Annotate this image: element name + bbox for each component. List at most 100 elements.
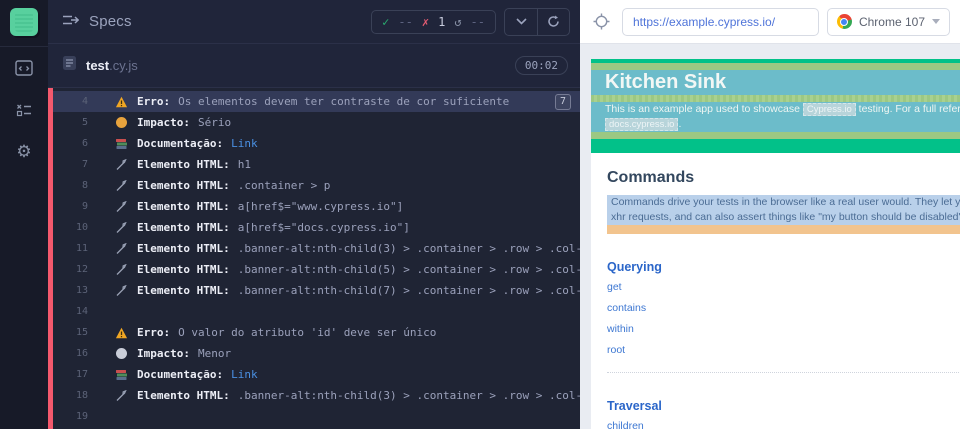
log-row[interactable]: 19 xyxy=(48,406,580,427)
log-row[interactable]: 18 Elemento HTML: .banner-alt:nth-child(3)… xyxy=(48,385,580,406)
pending-icon: ↺ xyxy=(454,14,462,29)
line-number: 18 xyxy=(75,390,88,401)
log-label: Elemento HTML: xyxy=(137,200,230,213)
banner-intro-line2: docs.cypress.io. xyxy=(591,117,960,132)
log-row[interactable]: 8 Elemento HTML: .container > p xyxy=(48,175,580,196)
line-number: 14 xyxy=(75,306,88,317)
command-link-get[interactable]: get xyxy=(607,281,960,293)
banner-intro-line1: This is an example app used to showcase … xyxy=(605,103,960,116)
wrench-icon xyxy=(114,284,128,297)
browser-selector[interactable]: Chrome 107 xyxy=(826,7,950,36)
spec-file-row[interactable]: test.cy.js 00:02 xyxy=(48,44,580,88)
log-row[interactable]: 16 Impacto: Menor xyxy=(48,343,580,364)
command-link-root[interactable]: root xyxy=(607,344,960,356)
section-heading[interactable]: Traversal xyxy=(607,399,960,413)
log-row[interactable]: 5 Impacto: Sério xyxy=(48,112,580,133)
nav-sidebar: ⚙ xyxy=(0,0,48,429)
log-row[interactable]: 15 Erro: O valor do atributo 'id' deve ser… xyxy=(48,322,580,343)
log-row[interactable]: 4 Erro: Os elementos devem ter contraste d… xyxy=(48,91,580,112)
line-number: 19 xyxy=(75,411,88,422)
log-row[interactable]: 6 Documentação: Link xyxy=(48,133,580,154)
command-link-children[interactable]: children xyxy=(607,420,960,429)
a11y-orange-highlight xyxy=(607,225,960,234)
command-link-within[interactable]: within xyxy=(607,323,960,335)
log-value: Menor xyxy=(197,347,232,360)
collapse-specs-icon[interactable] xyxy=(62,13,80,31)
docs-link[interactable]: docs.cypress.io xyxy=(605,118,679,131)
wrench-icon xyxy=(114,179,128,192)
line-number: 10 xyxy=(75,222,88,233)
command-link-contains[interactable]: contains xyxy=(607,302,960,314)
line-number: 4 xyxy=(81,96,88,107)
selector-playground-icon[interactable] xyxy=(588,9,614,35)
collapse-all-button[interactable] xyxy=(505,9,537,35)
log-row[interactable]: 11 Elemento HTML: .banner-alt:nth-child(3)… xyxy=(48,238,580,259)
log-label: Erro: xyxy=(137,95,171,108)
chevron-down-icon xyxy=(932,19,940,24)
log-value: .banner-alt:nth-child(5) > .container > … xyxy=(237,263,580,276)
spec-file-icon xyxy=(62,55,77,76)
log-value: h1 xyxy=(237,158,251,171)
settings-gear-icon[interactable]: ⚙ xyxy=(0,131,48,173)
cypress-logo[interactable] xyxy=(10,8,38,36)
test-stats: ✓ -- ✗ 1 ↺ -- xyxy=(371,9,496,34)
log-label: Elemento HTML: xyxy=(137,389,230,402)
log-value: .container > p xyxy=(237,179,331,192)
spec-timer-badge: 00:02 xyxy=(514,56,568,75)
a11y-highlight-band xyxy=(591,132,960,139)
log-label: Elemento HTML: xyxy=(137,221,230,234)
cypress-runner-window: ⚙ Specs ✓ -- ✗ 1 ↺ -- test.cy.js 00:02 4… xyxy=(0,0,960,429)
failed-x-icon: ✗ xyxy=(421,14,430,29)
log-value: .banner-alt:nth-child(7) > .container > … xyxy=(237,284,580,297)
line-number: 8 xyxy=(81,180,88,191)
runs-nav-icon[interactable] xyxy=(0,89,48,131)
header-actions xyxy=(504,7,570,36)
log-row[interactable]: 14 xyxy=(48,301,580,322)
log-row[interactable]: 9 Elemento HTML: a[href$="www.cypress.io"] xyxy=(48,196,580,217)
log-label: Elemento HTML: xyxy=(137,263,230,276)
line-number: 6 xyxy=(81,138,88,149)
wrench-icon xyxy=(114,158,128,171)
log-row[interactable]: 17 Documentação: Link xyxy=(48,364,580,385)
doc-link[interactable]: Link xyxy=(231,368,258,381)
doc-link[interactable]: Link xyxy=(231,137,258,150)
url-input[interactable] xyxy=(622,7,819,36)
log-row[interactable]: 12 Elemento HTML: .banner-alt:nth-child(5)… xyxy=(48,259,580,280)
log-row[interactable]: 7 Elemento HTML: h1 xyxy=(48,154,580,175)
failed-test-indicator xyxy=(48,88,53,429)
log-value: .banner-alt:nth-child(3) > .container > … xyxy=(237,389,580,402)
log-label: Impacto: xyxy=(137,347,190,360)
log-value: Sério xyxy=(197,116,232,129)
command-section-querying: Querying get contains within root xyxy=(607,260,960,356)
specs-header: Specs ✓ -- ✗ 1 ↺ -- xyxy=(48,0,580,44)
line-number: 9 xyxy=(81,201,88,212)
log-label: Erro: xyxy=(137,326,171,339)
passed-count: -- xyxy=(398,14,413,29)
aut-viewport: Kitchen Sink This is an example app used… xyxy=(580,44,960,429)
a11y-highlight-band xyxy=(591,95,960,102)
line-number: 11 xyxy=(75,243,88,254)
rerun-button[interactable] xyxy=(537,8,569,35)
log-label: Elemento HTML: xyxy=(137,158,230,171)
books-icon xyxy=(114,138,128,150)
wrench-icon xyxy=(114,263,128,276)
aut-url-bar: Chrome 107 xyxy=(580,0,960,44)
banner-title: Kitchen Sink xyxy=(591,70,960,95)
section-heading[interactable]: Querying xyxy=(607,260,960,274)
reporter-panel: ⚙ Specs ✓ -- ✗ 1 ↺ -- test.cy.js 00:02 4… xyxy=(0,0,580,429)
log-rows-container: 4 Erro: Os elementos devem ter contraste d… xyxy=(48,91,580,427)
line-number: 12 xyxy=(75,264,88,275)
log-label: Documentação: xyxy=(137,137,224,150)
kitchen-sink-page: Kitchen Sink This is an example app used… xyxy=(591,59,960,429)
log-label: Elemento HTML: xyxy=(137,179,230,192)
command-log: 4 Erro: Os elementos devem ter contraste d… xyxy=(48,88,580,429)
log-row[interactable]: 13 Elemento HTML: .banner-alt:nth-child(7)… xyxy=(48,280,580,301)
log-label: Documentação: xyxy=(137,368,224,381)
impact-serious-icon xyxy=(114,117,128,128)
line-number: 16 xyxy=(75,348,88,359)
cypress-io-link[interactable]: Cypress.io xyxy=(802,103,856,116)
specs-nav-icon[interactable] xyxy=(0,47,48,89)
a11y-highlight-band xyxy=(591,63,960,70)
warning-icon xyxy=(114,96,128,108)
log-row[interactable]: 10 Elemento HTML: a[href$="docs.cypress.io… xyxy=(48,217,580,238)
